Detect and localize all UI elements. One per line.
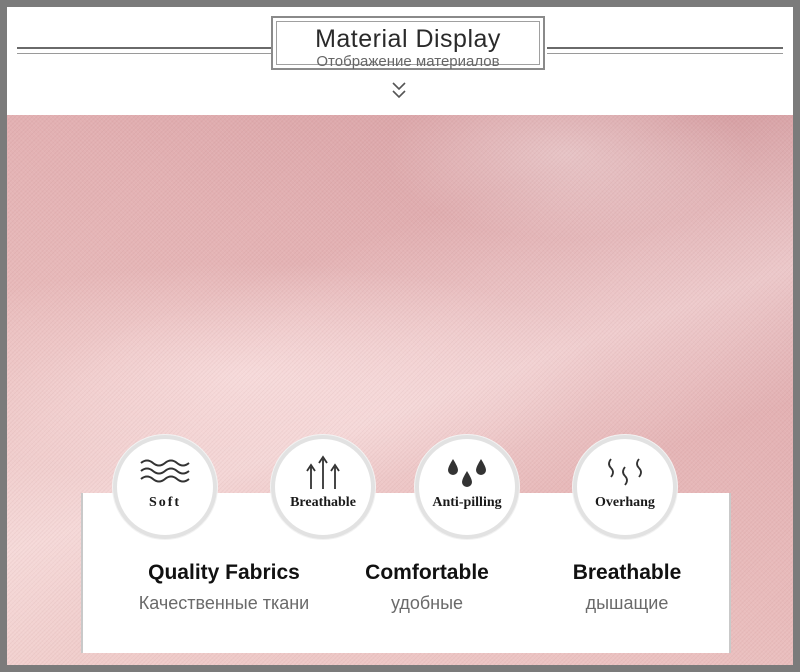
feature-breathable: Breathable дышащие (547, 561, 707, 614)
badge-label: Soft (148, 495, 182, 510)
header-rule-left-top (17, 47, 271, 49)
feature-comfortable: Comfortable удобные (345, 561, 509, 614)
badge-soft: Soft (113, 435, 217, 539)
page-subtitle: Отображение материалов (316, 53, 500, 70)
feature-subtitle: Качественные ткани (138, 593, 310, 613)
title-box: Material Display Отображение материалов (271, 16, 545, 70)
header-rule-left-bottom (17, 53, 271, 54)
up-arrows-icon (306, 455, 340, 489)
badge-label: Overhang (595, 495, 655, 510)
feature-title: Breathable (572, 561, 682, 584)
section-header: Material Display Отображение материалов (7, 7, 793, 115)
water-drops-icon (448, 459, 486, 487)
feature-quality-fabrics: Quality Fabrics Качественные ткани (115, 561, 333, 614)
badge-label: Breathable (290, 495, 356, 510)
badge-label: Anti-pilling (432, 495, 502, 510)
badge-breathable: Breathable (271, 435, 375, 539)
badge-overhang: Overhang (573, 435, 677, 539)
feature-subtitle: удобные (390, 593, 464, 613)
page-title: Material Display (315, 25, 501, 53)
feature-subtitle: дышащие (585, 593, 669, 613)
waves-icon (140, 459, 190, 483)
header-rule-right-bottom (547, 53, 783, 54)
feature-title: Comfortable (365, 561, 489, 584)
double-chevron-down-icon (392, 82, 406, 99)
drape-curls-icon (608, 458, 642, 486)
feature-title: Quality Fabrics (148, 561, 300, 584)
badge-anti-pilling: Anti-pilling (415, 435, 519, 539)
product-frame: Material Display Отображение материалов … (0, 0, 800, 672)
header-rule-right-top (547, 47, 783, 49)
